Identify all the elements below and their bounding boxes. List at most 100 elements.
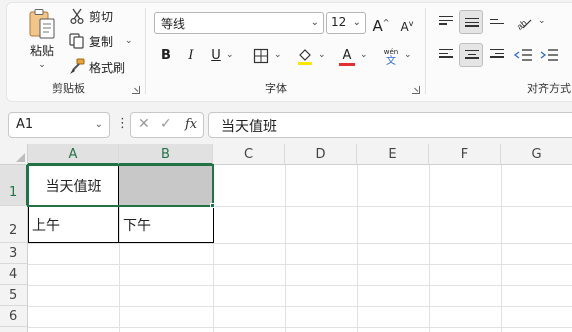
font-name-select[interactable]: 等线 ⌄ xyxy=(154,12,324,34)
clipboard-group-label: 剪贴板 xyxy=(52,82,85,95)
font-size-value: 12 xyxy=(331,15,347,29)
gridline xyxy=(28,285,572,286)
align-center-button[interactable] xyxy=(459,43,483,67)
scissors-icon xyxy=(70,8,84,25)
chevron-down-icon[interactable]: ⌄ xyxy=(125,36,133,46)
phonetic-guide-button[interactable]: wén 文 xyxy=(380,45,402,67)
more-options-icon[interactable]: ⋮ xyxy=(116,116,129,131)
top-align-button[interactable] xyxy=(434,10,458,34)
row-header-3[interactable]: 3 xyxy=(0,243,28,264)
row-header-5[interactable]: 5 xyxy=(0,285,28,306)
font-size-select[interactable]: 12 ⌄ xyxy=(326,12,366,34)
gridline xyxy=(28,306,572,307)
shrink-font-label: A xyxy=(400,20,409,34)
enter-check-icon[interactable]: ✓ xyxy=(160,116,172,132)
column-header-e[interactable]: E xyxy=(357,144,429,165)
paste-label: 粘贴 xyxy=(29,44,54,58)
phonetic-bottom: 文 xyxy=(386,56,396,67)
align-right-button[interactable] xyxy=(485,43,509,67)
formula-input[interactable]: 当天值班 xyxy=(208,112,572,138)
gridline xyxy=(28,264,572,265)
borders-button[interactable] xyxy=(250,45,272,67)
clipboard-launcher-icon[interactable] xyxy=(132,86,140,94)
font-group-label: 字体 xyxy=(265,82,287,95)
decrease-indent-button[interactable] xyxy=(512,43,536,67)
column-header-g[interactable]: G xyxy=(501,144,572,165)
insert-function-icon[interactable]: fx xyxy=(185,117,197,132)
chevron-down-icon[interactable]: ⌄ xyxy=(38,60,46,70)
chevron-down-icon: ⌄ xyxy=(310,17,319,28)
row-header-6[interactable]: 6 xyxy=(0,306,28,327)
chevron-down-icon: ⌄ xyxy=(352,17,361,28)
paintbrush-icon xyxy=(70,58,85,74)
spreadsheet-grid: A B C D E F G 1 2 3 4 5 6 当天值班 上午 下午 xyxy=(0,144,572,332)
ribbon-separator xyxy=(425,8,426,94)
chevron-down-icon[interactable]: ⌄ xyxy=(226,50,234,60)
chevron-down-icon[interactable]: ⌄ xyxy=(318,50,326,60)
select-all-button[interactable] xyxy=(0,144,28,165)
copy-label: 复制 xyxy=(89,34,114,49)
italic-button[interactable]: I xyxy=(180,45,202,67)
paste-button[interactable]: 粘贴 ⌄ xyxy=(24,8,60,72)
increase-indent-icon xyxy=(540,49,558,61)
column-header-b[interactable]: B xyxy=(119,144,213,165)
column-header-c[interactable]: C xyxy=(213,144,285,165)
middle-align-button[interactable] xyxy=(459,10,483,34)
chevron-down-icon[interactable]: ⌄ xyxy=(95,119,103,130)
chevron-down-icon[interactable]: ⌄ xyxy=(360,50,368,60)
copy-button[interactable]: 复制 ⌄ xyxy=(68,31,133,51)
name-box-value: A1 xyxy=(16,117,34,132)
format-painter-button[interactable]: 格式刷 xyxy=(68,57,125,77)
align-bottom-icon xyxy=(490,19,504,31)
increase-indent-button[interactable] xyxy=(538,43,562,67)
column-header-d[interactable]: D xyxy=(285,144,357,165)
excel-window: 粘贴 ⌄ 剪切 复制 ⌄ 格式刷 剪贴板 等线 ⌄ 12 ⌄ A^ Av B I… xyxy=(0,0,572,332)
font-color-button[interactable]: A xyxy=(336,45,358,67)
align-left-icon xyxy=(439,49,453,61)
cell-b2[interactable]: 下午 xyxy=(119,206,213,243)
align-middle-icon xyxy=(465,18,479,30)
align-top-icon xyxy=(439,16,453,28)
row-header-7[interactable] xyxy=(0,327,28,332)
row-header-4[interactable]: 4 xyxy=(0,264,28,285)
fill-color-button[interactable] xyxy=(294,45,316,67)
ribbon: 粘贴 ⌄ 剪切 复制 ⌄ 格式刷 剪贴板 等线 ⌄ 12 ⌄ A^ Av B I… xyxy=(0,0,572,104)
align-center-icon xyxy=(465,50,479,62)
highlight-swatch xyxy=(298,62,312,65)
orientation-button[interactable]: ab xyxy=(512,10,536,34)
shrink-font-button[interactable]: Av xyxy=(396,13,418,35)
ribbon-separator xyxy=(145,8,146,94)
formula-value: 当天值班 xyxy=(221,119,277,135)
copy-icon xyxy=(69,33,84,49)
cell-a2[interactable]: 上午 xyxy=(28,206,119,243)
bold-button[interactable]: B xyxy=(155,45,177,67)
grow-font-button[interactable]: A^ xyxy=(370,12,392,35)
borders-icon xyxy=(253,48,269,64)
chevron-down-icon[interactable]: ⌄ xyxy=(274,50,282,60)
align-left-button[interactable] xyxy=(434,43,458,67)
selection-range xyxy=(27,164,214,207)
decrease-indent-icon xyxy=(513,49,532,61)
grow-font-label: A xyxy=(372,17,383,35)
cut-label: 剪切 xyxy=(89,9,114,24)
row-header-1[interactable]: 1 xyxy=(0,165,28,206)
underline-button[interactable]: U xyxy=(205,45,227,67)
formula-actions: ✕ ✓ fx xyxy=(130,112,204,138)
bottom-align-button[interactable] xyxy=(485,10,509,34)
gridline xyxy=(28,327,572,328)
cut-button[interactable]: 剪切 xyxy=(68,6,113,26)
alignment-group-label: 对齐方式 xyxy=(527,82,571,95)
row-header-2[interactable]: 2 xyxy=(0,206,28,243)
column-header-a[interactable]: A xyxy=(28,144,119,165)
name-box[interactable]: A1 ⌄ xyxy=(8,112,110,138)
chevron-down-icon[interactable]: ⌄ xyxy=(404,50,412,60)
column-header-f[interactable]: F xyxy=(429,144,501,165)
clipboard-icon xyxy=(29,9,55,39)
font-color-swatch xyxy=(339,63,355,66)
cancel-icon[interactable]: ✕ xyxy=(138,116,150,132)
chevron-down-icon[interactable]: ⌄ xyxy=(538,16,546,26)
format-painter-label: 格式刷 xyxy=(89,60,126,75)
font-name-value: 等线 xyxy=(161,17,186,31)
paint-bucket-icon xyxy=(298,49,312,65)
font-launcher-icon[interactable] xyxy=(412,86,420,94)
